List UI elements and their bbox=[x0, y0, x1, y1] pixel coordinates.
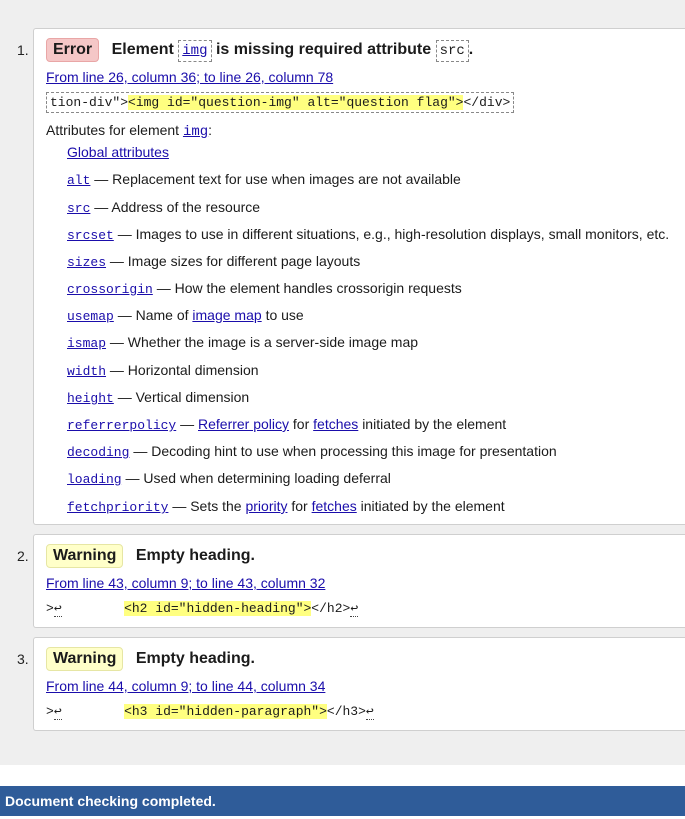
attribute-link[interactable]: alt bbox=[67, 173, 90, 188]
message-period: . bbox=[468, 41, 474, 58]
message-text: Element bbox=[111, 41, 174, 58]
attribute-desc: for bbox=[291, 498, 308, 514]
message-text: Empty heading. bbox=[135, 547, 255, 564]
extract-highlight: <h3 id="hidden-paragraph"> bbox=[124, 704, 327, 719]
code-extract: >↩ <h3 id="hidden-paragraph"></h3>↩ bbox=[46, 704, 374, 720]
global-attributes-link[interactable]: Global attributes bbox=[67, 144, 169, 160]
attribute-desc: — Used when determining loading deferral bbox=[125, 470, 391, 486]
attribute-item: crossorigin — How the element handles cr… bbox=[67, 280, 462, 297]
attribute-link[interactable]: ismap bbox=[67, 336, 106, 351]
extract-after: </h2> bbox=[311, 601, 351, 616]
element-link[interactable]: img bbox=[182, 43, 207, 59]
attribute-item: referrerpolicy — Referrer policy for fet… bbox=[67, 416, 506, 433]
attribute-link[interactable]: srcset bbox=[67, 228, 114, 243]
warning-message: Warning Empty heading. From line 44, col… bbox=[33, 637, 685, 731]
extract-before: tion-div"> bbox=[50, 95, 129, 110]
location-link[interactable]: From line 43, column 9; to line 43, colu… bbox=[46, 575, 325, 591]
extract-highlight: <h2 id="hidden-heading"> bbox=[124, 601, 312, 616]
attribute-desc: — Vertical dimension bbox=[117, 389, 250, 405]
attribute-desc: — Horizontal dimension bbox=[109, 362, 259, 378]
extract-after: </div> bbox=[463, 95, 511, 110]
extract-indent bbox=[62, 601, 124, 616]
attribute-desc: initiated by the element bbox=[360, 498, 505, 514]
attribute-desc: — Whether the image is a server-side ima… bbox=[109, 334, 419, 350]
location-link[interactable]: From line 26, column 36; to line 26, col… bbox=[46, 69, 333, 85]
attributes-label: Attributes for element bbox=[46, 122, 180, 138]
warning-message: Warning Empty heading. From line 43, col… bbox=[33, 534, 685, 628]
attributes-colon: : bbox=[208, 122, 213, 138]
attribute-desc: — Address of the resource bbox=[94, 199, 261, 215]
extract-before: > bbox=[46, 601, 54, 616]
extract-highlight: <img id="question-img" alt="question fla… bbox=[128, 95, 464, 110]
results-list: 1. Error Element img is missing required… bbox=[0, 0, 685, 765]
attribute-desc: — Decoding hint to use when processing t… bbox=[133, 443, 557, 459]
attribute-link[interactable]: loading bbox=[67, 472, 122, 487]
attribute-item: src — Address of the resource bbox=[67, 199, 260, 216]
fetches-link[interactable]: fetches bbox=[312, 498, 357, 514]
attribute-link[interactable]: usemap bbox=[67, 309, 114, 324]
code-extract: >↩ <h2 id="hidden-heading"></h2>↩ bbox=[46, 601, 359, 617]
message-text: Empty heading. bbox=[135, 650, 255, 667]
attribute-link[interactable]: referrerpolicy bbox=[67, 418, 176, 433]
line-feed-icon: ↩ bbox=[350, 601, 359, 617]
priority-link[interactable]: priority bbox=[245, 498, 287, 514]
attribute-item: width — Horizontal dimension bbox=[67, 362, 259, 379]
attribute-link[interactable]: crossorigin bbox=[67, 282, 153, 297]
code-extract: tion-div"><img id="question-img" alt="qu… bbox=[46, 92, 515, 113]
message-number: 1. bbox=[17, 42, 29, 58]
message-headline: Warning Empty heading. bbox=[46, 544, 255, 568]
referrer-policy-link[interactable]: Referrer policy bbox=[198, 416, 289, 432]
message-headline: Error Element img is missing required at… bbox=[46, 38, 473, 62]
line-feed-icon: ↩ bbox=[53, 704, 62, 720]
element-code[interactable]: img bbox=[178, 40, 212, 62]
attribute-link[interactable]: src bbox=[67, 201, 90, 216]
attribute-desc: — Images to use in different situations,… bbox=[117, 226, 670, 242]
attributes-heading: Attributes for element img: bbox=[46, 122, 212, 140]
attribute-desc: — bbox=[180, 416, 195, 432]
attribute-item: fetchpriority — Sets the priority for fe… bbox=[67, 498, 505, 515]
attribute-link[interactable]: sizes bbox=[67, 255, 106, 270]
line-feed-icon: ↩ bbox=[53, 601, 62, 617]
message-number: 2. bbox=[17, 548, 29, 564]
attribute-link[interactable]: width bbox=[67, 364, 106, 379]
error-badge: Error bbox=[46, 38, 100, 62]
attribute-item: loading — Used when determining loading … bbox=[67, 470, 391, 487]
warning-badge: Warning bbox=[46, 647, 124, 671]
attribute-desc: — Replacement text for use when images a… bbox=[94, 171, 461, 187]
warning-badge: Warning bbox=[46, 544, 124, 568]
attribute-desc: — How the element handles crossorigin re… bbox=[156, 280, 462, 296]
message-text-middle: is missing required attribute bbox=[215, 41, 432, 58]
attribute-desc: initiated by the element bbox=[362, 416, 507, 432]
attribute-code: src bbox=[435, 40, 469, 62]
extract-before: > bbox=[46, 704, 54, 719]
attribute-item: srcset — Images to use in different situ… bbox=[67, 226, 669, 243]
attribute-item: ismap — Whether the image is a server-si… bbox=[67, 334, 418, 351]
extract-after: </h3> bbox=[326, 704, 366, 719]
line-feed-icon: ↩ bbox=[365, 704, 374, 720]
attribute-link[interactable]: fetchpriority bbox=[67, 500, 168, 515]
location-link[interactable]: From line 44, column 9; to line 44, colu… bbox=[46, 678, 325, 694]
fetches-link[interactable]: fetches bbox=[313, 416, 358, 432]
message-headline: Warning Empty heading. bbox=[46, 647, 255, 671]
error-message: Error Element img is missing required at… bbox=[33, 28, 685, 525]
attribute-item: usemap — Name of image map to use bbox=[67, 307, 304, 324]
extract-indent bbox=[62, 704, 124, 719]
status-bar: Document checking completed. bbox=[0, 786, 685, 816]
attribute-link[interactable]: height bbox=[67, 391, 114, 406]
attribute-item: alt — Replacement text for use when imag… bbox=[67, 171, 461, 188]
attribute-item: decoding — Decoding hint to use when pro… bbox=[67, 443, 557, 460]
attribute-link[interactable]: decoding bbox=[67, 445, 129, 460]
attribute-desc: to use bbox=[265, 307, 304, 323]
attribute-desc: — Sets the bbox=[172, 498, 242, 514]
message-number: 3. bbox=[17, 651, 29, 667]
attribute-item: height — Vertical dimension bbox=[67, 389, 249, 406]
image-map-link[interactable]: image map bbox=[192, 307, 261, 323]
attribute-desc: — Name of bbox=[117, 307, 189, 323]
attribute-desc: for bbox=[292, 416, 310, 432]
attribute-item: sizes — Image sizes for different page l… bbox=[67, 253, 360, 270]
attribute-desc: — Image sizes for different page layouts bbox=[109, 253, 361, 269]
attributes-element-link[interactable]: img bbox=[183, 124, 208, 140]
